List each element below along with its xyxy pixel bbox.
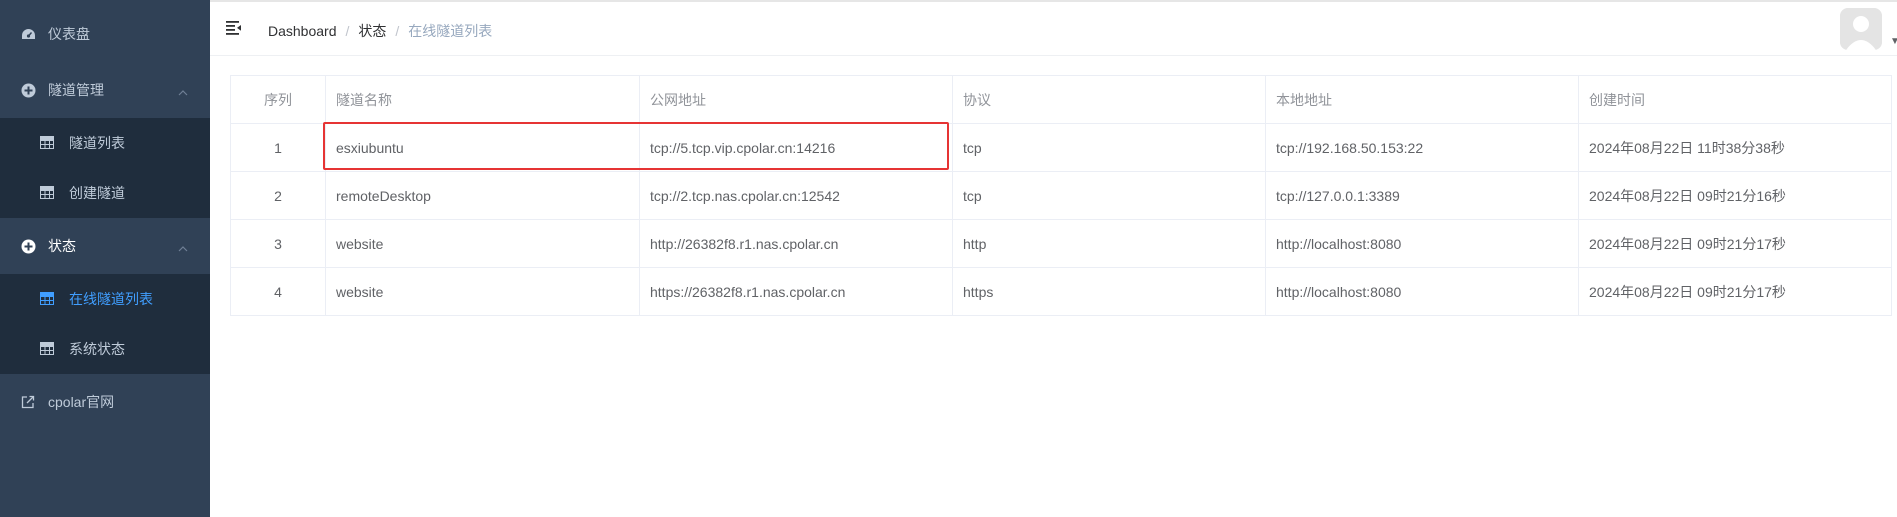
sidebar-item-tunnel-list[interactable]: 隧道列表: [0, 118, 210, 168]
breadcrumb-separator: /: [345, 23, 350, 39]
app: 仪表盘 隧道管理 隧道列表 创建隧道 状态 在线隧道列表 系统状态 cpolar…: [0, 0, 1897, 517]
table-cell: 2024年08月22日 11时38分38秒: [1589, 139, 1785, 156]
column-header: 公网地址: [640, 76, 953, 123]
tunnel-table: 序列 隧道名称 公网地址 协议 本地地址 创建时间 1 esxiubuntu t…: [230, 75, 1892, 316]
table-cell: remoteDesktop: [326, 172, 640, 219]
sidebar-item-tunnel-manage[interactable]: 隧道管理: [0, 62, 210, 118]
sidebar-item-dashboard[interactable]: 仪表盘: [0, 6, 210, 62]
caret-down-icon[interactable]: ▼: [1890, 36, 1897, 47]
table-cell: http://localhost:8080: [1266, 220, 1579, 267]
table-cell: http: [953, 220, 1266, 267]
sidebar-item-system-status[interactable]: 系统状态: [0, 324, 210, 374]
navbar: Dashboard / 状态 / 在线隧道列表 ▼: [210, 0, 1897, 56]
table-cell: 1: [231, 124, 326, 171]
table-icon: [40, 342, 54, 356]
menu-fold-icon[interactable]: [226, 21, 242, 35]
table-cell: esxiubuntu: [326, 124, 640, 171]
table-row: 3 website http://26382f8.r1.nas.cpolar.c…: [231, 220, 1891, 268]
table-cell: 2024年08月22日 09时21分16秒: [1589, 187, 1786, 204]
table-row: 4 website https://26382f8.r1.nas.cpolar.…: [231, 268, 1891, 316]
chevron-up-icon: [178, 83, 188, 99]
sidebar-item-label: 仪表盘: [48, 26, 90, 42]
table-cell: tcp://127.0.0.1:3389: [1266, 172, 1579, 219]
column-header: 序列: [231, 76, 326, 123]
status-icon: [20, 238, 36, 254]
breadcrumb-item-status[interactable]: 状态: [358, 21, 386, 41]
sidebar-item-label: 在线隧道列表: [69, 291, 153, 307]
sidebar-item-label: 隧道管理: [48, 82, 104, 98]
table-icon: [40, 186, 54, 200]
chevron-up-icon: [178, 239, 188, 255]
table-cell: http://localhost:8080: [1266, 268, 1579, 315]
breadcrumb-separator: /: [395, 23, 400, 39]
dashboard-icon: [20, 26, 36, 42]
table-cell: tcp: [953, 172, 1266, 219]
table-row: 1 esxiubuntu tcp://5.tcp.vip.cpolar.cn:1…: [231, 124, 1891, 172]
sidebar-item-label: 状态: [48, 238, 76, 254]
table-cell: tcp://5.tcp.vip.cpolar.cn:14216: [640, 124, 953, 171]
external-link-icon: [20, 394, 36, 410]
table-cell: website: [326, 220, 640, 267]
table-cell: http://26382f8.r1.nas.cpolar.cn: [640, 220, 953, 267]
breadcrumb: Dashboard / 状态 / 在线隧道列表: [268, 21, 492, 41]
sidebar-item-create-tunnel[interactable]: 创建隧道: [0, 168, 210, 218]
column-header: 隧道名称: [326, 76, 640, 123]
breadcrumb-item-current: 在线隧道列表: [408, 23, 493, 39]
sidebar-item-online-tunnels[interactable]: 在线隧道列表: [0, 274, 210, 324]
table-cell: 2024年08月22日 09时21分17秒: [1589, 235, 1786, 252]
table-header-row: 序列 隧道名称 公网地址 协议 本地地址 创建时间: [231, 76, 1891, 124]
avatar[interactable]: [1840, 8, 1882, 50]
column-header: 本地地址: [1266, 76, 1579, 123]
sidebar-item-label: 创建隧道: [69, 185, 125, 201]
table-icon: [40, 292, 54, 306]
table-cell: 3: [231, 220, 326, 267]
table-cell: 2: [231, 172, 326, 219]
tunnel-manage-icon: [20, 82, 36, 98]
table-cell: website: [326, 268, 640, 315]
table-cell: tcp://192.168.50.153:22: [1266, 124, 1579, 171]
column-header: 创建时间: [1589, 91, 1645, 108]
table-cell: https://26382f8.r1.nas.cpolar.cn: [640, 268, 953, 315]
sidebar-item-status[interactable]: 状态: [0, 218, 210, 274]
sidebar-item-cpolar-site[interactable]: cpolar官网: [0, 374, 210, 430]
table-cell: https: [953, 268, 1266, 315]
column-header: 协议: [953, 76, 1266, 123]
table-icon: [40, 136, 54, 150]
table-row: 2 remoteDesktop tcp://2.tcp.nas.cpolar.c…: [231, 172, 1891, 220]
sidebar: 仪表盘 隧道管理 隧道列表 创建隧道 状态 在线隧道列表 系统状态 cpolar…: [0, 0, 210, 517]
sidebar-item-label: 系统状态: [69, 341, 125, 357]
sidebar-item-label: cpolar官网: [48, 394, 115, 410]
table-cell: tcp: [953, 124, 1266, 171]
table-cell: 2024年08月22日 09时21分17秒: [1589, 283, 1786, 300]
breadcrumb-item-dashboard[interactable]: Dashboard: [268, 23, 337, 39]
table-cell: tcp://2.tcp.nas.cpolar.cn:12542: [640, 172, 953, 219]
sidebar-item-label: 隧道列表: [69, 135, 125, 151]
table-cell: 4: [231, 268, 326, 315]
